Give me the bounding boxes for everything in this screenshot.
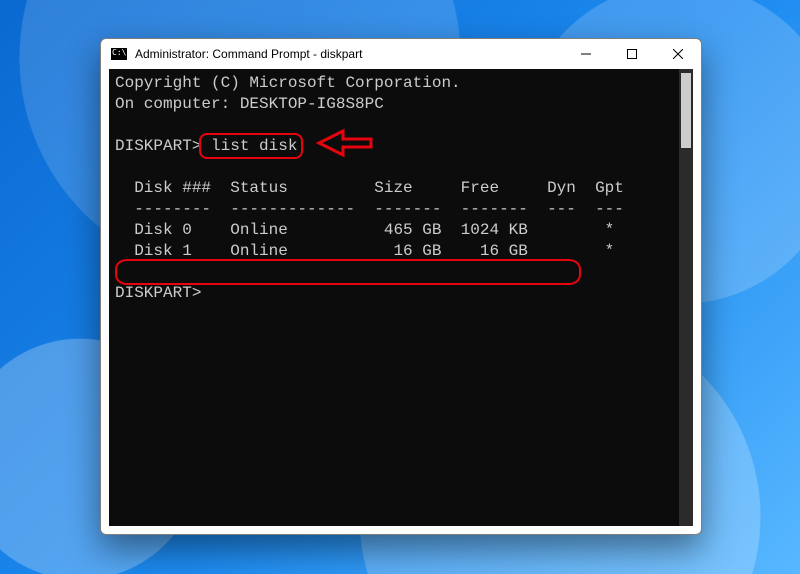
out-computer: On computer: DESKTOP-IG8S8PC: [115, 95, 384, 113]
terminal-area[interactable]: Copyright (C) Microsoft Corporation. On …: [109, 69, 693, 526]
close-button[interactable]: [655, 39, 701, 69]
out-prompt1-prefix: DISKPART>: [115, 137, 211, 155]
minimize-button[interactable]: [563, 39, 609, 69]
out-copyright: Copyright (C) Microsoft Corporation.: [115, 74, 461, 92]
scrollbar-thumb[interactable]: [681, 73, 691, 148]
out-table-header: Disk ### Status Size Free Dyn Gpt: [115, 179, 624, 197]
out-table-divider: -------- ------------- ------- ------- -…: [115, 200, 624, 218]
terminal-output: Copyright (C) Microsoft Corporation. On …: [109, 69, 693, 526]
cmd-icon: [111, 48, 127, 60]
out-row-disk1: Disk 1 Online 16 GB 16 GB *: [115, 242, 614, 260]
out-prompt2: DISKPART>: [115, 284, 201, 302]
vertical-scrollbar[interactable]: [679, 69, 693, 526]
desktop-background: Administrator: Command Prompt - diskpart…: [0, 0, 800, 574]
out-row-disk0: Disk 0 Online 465 GB 1024 KB *: [115, 221, 614, 239]
window-title: Administrator: Command Prompt - diskpart: [135, 47, 362, 61]
maximize-button[interactable]: [609, 39, 655, 69]
out-prompt1-cmd: list disk: [211, 137, 297, 155]
titlebar[interactable]: Administrator: Command Prompt - diskpart: [101, 39, 701, 69]
command-prompt-window: Administrator: Command Prompt - diskpart…: [100, 38, 702, 535]
